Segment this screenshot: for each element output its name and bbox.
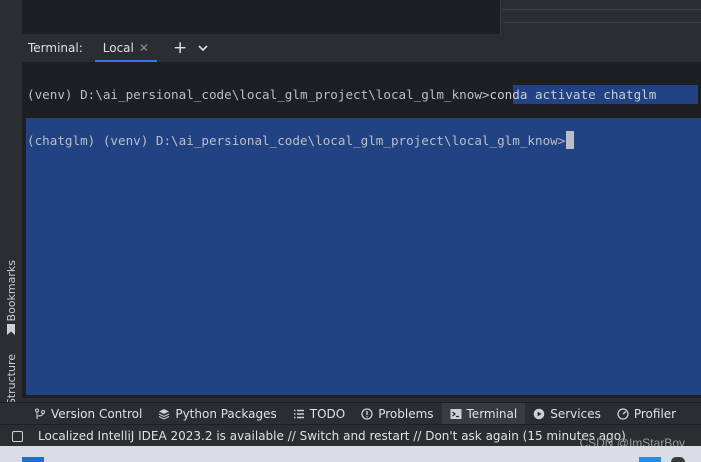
tab-local-label: Local bbox=[102, 41, 134, 55]
terminal-title: Terminal: bbox=[28, 41, 83, 55]
bookmark-icon bbox=[7, 324, 15, 336]
tool-label: TODO bbox=[309, 407, 346, 421]
top-area bbox=[0, 0, 701, 34]
text-cursor bbox=[566, 131, 575, 149]
tool-terminal[interactable]: Terminal bbox=[441, 403, 526, 425]
left-tool-strip: Bookmarks Structure bbox=[0, 34, 23, 418]
terminal-line: (venv) D:\ai_persional_code\local_glm_pr… bbox=[27, 87, 656, 102]
close-icon[interactable]: ✕ bbox=[139, 41, 149, 55]
terminal-prompt: (venv) D:\ai_persional_code\local_glm_pr… bbox=[27, 87, 490, 102]
os-taskbar bbox=[0, 446, 701, 462]
tool-python-packages[interactable]: Python Packages bbox=[150, 403, 284, 425]
terminal-header: Terminal: Local ✕ + bbox=[22, 34, 701, 63]
bookmarks-tool-button[interactable]: Bookmarks bbox=[0, 260, 22, 336]
bookmarks-label: Bookmarks bbox=[4, 260, 18, 322]
tool-window-bar: Version Control Python Packages TODO Pro… bbox=[0, 402, 701, 425]
play-circle-icon bbox=[533, 408, 545, 420]
terminal-prompt: (chatglm) (venv) D:\ai_persional_code\lo… bbox=[27, 133, 566, 148]
structure-label: Structure bbox=[4, 354, 18, 406]
tool-problems[interactable]: Problems bbox=[353, 403, 441, 425]
taskbar-app-icon[interactable] bbox=[639, 457, 661, 462]
terminal-line: (chatglm) (venv) D:\ai_persional_code\lo… bbox=[27, 131, 575, 149]
active-tab-indicator bbox=[94, 60, 157, 62]
divider bbox=[503, 9, 701, 10]
taskbar-app-icon[interactable] bbox=[671, 457, 685, 462]
divider bbox=[503, 22, 701, 23]
list-icon bbox=[293, 409, 304, 419]
editor-area bbox=[22, 0, 501, 34]
tool-label: Terminal bbox=[466, 407, 518, 421]
terminal-command: conda activate chatglm bbox=[489, 87, 657, 102]
warning-circle-icon bbox=[361, 408, 373, 420]
windows-logo-icon[interactable] bbox=[22, 457, 44, 462]
tool-services[interactable]: Services bbox=[525, 403, 609, 425]
terminal-output[interactable]: (venv) D:\ai_persional_code\local_glm_pr… bbox=[22, 63, 701, 398]
terminal-icon bbox=[450, 409, 462, 419]
tool-label: Python Packages bbox=[175, 407, 277, 421]
tool-version-control[interactable]: Version Control bbox=[26, 403, 150, 425]
layers-icon bbox=[159, 409, 170, 420]
tab-local[interactable]: Local ✕ bbox=[94, 34, 157, 62]
tool-todo[interactable]: TODO bbox=[285, 403, 353, 425]
gauge-icon bbox=[617, 408, 629, 420]
tool-label: Services bbox=[550, 407, 601, 421]
tool-profiler[interactable]: Profiler bbox=[609, 403, 684, 425]
tool-label: Profiler bbox=[633, 407, 677, 421]
status-message[interactable]: Localized IntelliJ IDEA 2023.2 is availa… bbox=[38, 429, 626, 443]
branch-icon bbox=[35, 408, 45, 419]
tool-label: Version Control bbox=[51, 407, 143, 421]
new-tab-button[interactable]: + bbox=[173, 39, 187, 57]
tool-label: Problems bbox=[378, 407, 434, 421]
selection-highlight bbox=[26, 118, 701, 395]
window-icon[interactable] bbox=[12, 430, 23, 442]
chevron-down-icon[interactable] bbox=[197, 42, 209, 54]
